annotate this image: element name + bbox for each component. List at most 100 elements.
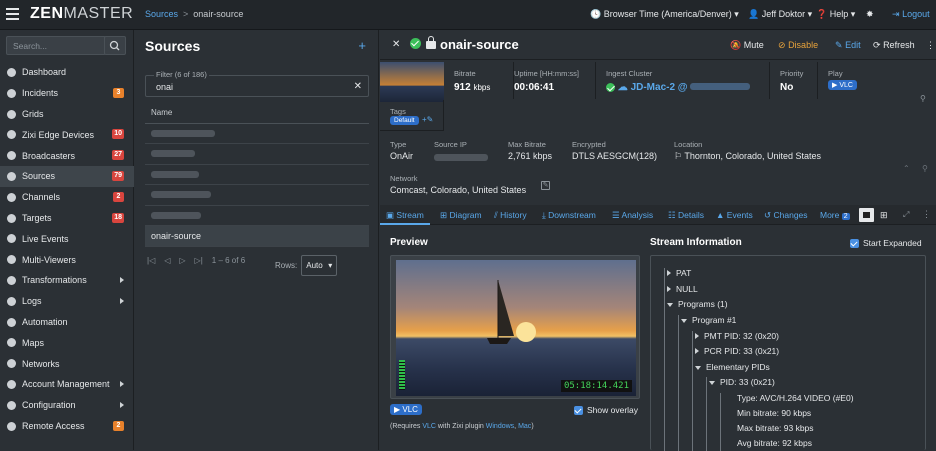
table-row[interactable]	[145, 165, 369, 185]
mac-plugin-link[interactable]: Mac	[518, 423, 531, 430]
sidebar-item-zixi-edge-devices[interactable]: Zixi Edge Devices 10	[0, 124, 134, 145]
expand-icon[interactable]: ⤢	[903, 210, 909, 220]
incidents-icon	[7, 88, 16, 98]
menu-icon[interactable]	[6, 8, 19, 20]
tag-default[interactable]: Default	[390, 116, 419, 125]
breadcrumb-sources-link[interactable]: Sources	[145, 9, 178, 19]
vlc-link[interactable]: VLC	[422, 423, 436, 430]
grid-view-icon[interactable]: ⊞	[880, 210, 888, 221]
settings-gear-icon[interactable]: ✸	[866, 9, 874, 20]
chevron-right-icon	[120, 276, 124, 283]
search-input[interactable]: Search...	[6, 36, 106, 55]
tab-downstream[interactable]: ⤓ Downstream	[542, 210, 596, 221]
edit-tags-icon[interactable]: +✎	[422, 115, 433, 124]
lock-icon	[426, 36, 436, 49]
sidebar-item-multi-viewers[interactable]: Multi-Viewers	[0, 249, 134, 270]
tree-node-null[interactable]: NULL	[667, 284, 698, 294]
tree-node-pcr-pid[interactable]: PCR PID: 33 (0x21)	[695, 346, 779, 356]
sidebar-item-logs[interactable]: Logs	[0, 291, 134, 312]
sidebar-item-automation[interactable]: Automation	[0, 312, 134, 333]
tree-node-programs[interactable]: Programs (1)	[667, 299, 728, 309]
play-vlc-button[interactable]: ▶ VLC	[828, 80, 857, 90]
disable-button[interactable]: ⊘ Disable	[778, 40, 818, 51]
tree-node-pmt-pid[interactable]: PMT PID: 32 (0x20)	[695, 331, 779, 341]
sidebar-item-targets[interactable]: Targets 18	[0, 208, 134, 229]
count-badge: 18	[112, 212, 124, 223]
sidebar-item-channels[interactable]: Channels 2	[0, 187, 134, 208]
rows-select[interactable]: Auto ▾	[301, 255, 338, 276]
tree-node-program-1[interactable]: Program #1	[681, 315, 736, 325]
tab-analysis[interactable]: ☰ Analysis	[612, 210, 653, 221]
table-row-selected[interactable]: onair-source	[145, 226, 369, 247]
logout-link[interactable]: ⇥ Logout	[892, 9, 930, 20]
table-row[interactable]	[145, 144, 369, 165]
browser-time-menu[interactable]: 🕓 Browser Time (America/Denver) ▾	[590, 9, 739, 20]
edit-button[interactable]: ✎ Edit	[835, 40, 861, 51]
sidebar-item-transformations[interactable]: Transformations	[0, 270, 134, 291]
edge-icon	[7, 130, 16, 140]
sidebar-item-incidents[interactable]: Incidents 3	[0, 83, 134, 104]
events-icon: ▲	[716, 210, 725, 220]
chevron-right-icon	[120, 380, 124, 387]
tab-more[interactable]: More 2	[820, 210, 850, 220]
help-menu[interactable]: ❓ Help ▾	[816, 9, 855, 20]
single-view-button[interactable]	[859, 208, 874, 222]
sidebar-item-remote-access[interactable]: Remote Access 2	[0, 416, 134, 437]
sidebar-item-live-events[interactable]: Live Events	[0, 228, 134, 249]
app-logo[interactable]: ZENMASTER	[30, 5, 133, 23]
sidebar-item-grids[interactable]: Grids	[0, 104, 134, 125]
breadcrumb-current: onair-source	[193, 9, 244, 19]
expand-icon	[667, 286, 671, 292]
video-frame: 05:18:14.421	[396, 260, 636, 396]
mute-button[interactable]: 🔕 Mute	[730, 40, 764, 51]
clear-filter-icon[interactable]: ✕	[354, 81, 362, 92]
search-icon[interactable]	[104, 36, 126, 55]
user-menu[interactable]: 👤 Jeff Doktor ▾	[748, 9, 812, 20]
show-overlay-checkbox[interactable]: Show overlay	[574, 405, 638, 416]
more-options-icon[interactable]: ⋮	[922, 209, 931, 220]
collapse-icon[interactable]: ⌃	[903, 164, 910, 173]
last-page-icon[interactable]: ▷|	[195, 256, 203, 265]
tree-node-pat[interactable]: PAT	[667, 268, 691, 278]
preview-vlc-button[interactable]: ▶ VLC	[390, 404, 422, 415]
sidebar-item-maps[interactable]: Maps	[0, 332, 134, 353]
table-row[interactable]	[145, 206, 369, 226]
table-row[interactable]	[145, 185, 369, 206]
start-expanded-checkbox[interactable]: Start Expanded	[850, 238, 922, 249]
source-thumbnail[interactable]	[380, 62, 444, 102]
channels-icon	[7, 192, 16, 202]
tab-history[interactable]: ⫽ History	[494, 210, 527, 221]
edit-network-icon[interactable]: ✎	[541, 181, 550, 190]
tab-details[interactable]: ☷ Details	[668, 210, 704, 221]
windows-plugin-link[interactable]: Windows	[486, 423, 514, 430]
sidebar-item-networks[interactable]: Networks	[0, 353, 134, 374]
sidebar-item-sources[interactable]: Sources 79	[0, 165, 134, 187]
add-source-button[interactable]: +	[358, 38, 366, 53]
first-page-icon[interactable]: |◁	[147, 256, 155, 265]
video-timestamp: 05:18:14.421	[560, 380, 632, 392]
pin-icon[interactable]: ⚲	[922, 164, 928, 173]
sidebar-item-dashboard[interactable]: Dashboard	[0, 62, 134, 83]
video-preview[interactable]: 05:18:14.421	[390, 255, 640, 399]
tab-changes[interactable]: ↺ Changes	[764, 210, 808, 221]
prev-page-icon[interactable]: ◁	[164, 256, 170, 265]
sidebar-item-broadcasters[interactable]: Broadcasters 27	[0, 145, 134, 166]
next-page-icon[interactable]: ▷	[179, 256, 185, 265]
sidebar-item-account-management[interactable]: Account Management	[0, 374, 134, 395]
refresh-button[interactable]: ⟳ Refresh	[873, 40, 915, 51]
breadcrumb: Sources > onair-source	[145, 9, 244, 19]
chevron-right-icon	[120, 297, 124, 304]
filter-input[interactable]: Filter (6 of 186) onai ✕	[145, 70, 369, 97]
tab-stream[interactable]: ▣ Stream	[386, 210, 424, 221]
tab-diagram[interactable]: ⊞ Diagram	[440, 210, 482, 221]
tab-events[interactable]: ▲ Events	[716, 210, 753, 220]
sidebar-item-configuration[interactable]: Configuration	[0, 395, 134, 416]
close-icon[interactable]: ✕	[392, 39, 400, 50]
more-options-icon[interactable]: ⋮	[926, 40, 935, 51]
pin-icon[interactable]: ⚲	[920, 94, 926, 103]
tree-node-elementary-pids[interactable]: Elementary PIDs	[695, 362, 770, 372]
table-row[interactable]	[145, 124, 369, 144]
tree-node-pid-33[interactable]: PID: 33 (0x21)	[709, 377, 775, 387]
source-detail-panel: ✕ onair-source 🔕 Mute ⊘ Disable ✎ Edit ⟳…	[380, 30, 936, 451]
column-header-name[interactable]: Name	[145, 103, 369, 124]
